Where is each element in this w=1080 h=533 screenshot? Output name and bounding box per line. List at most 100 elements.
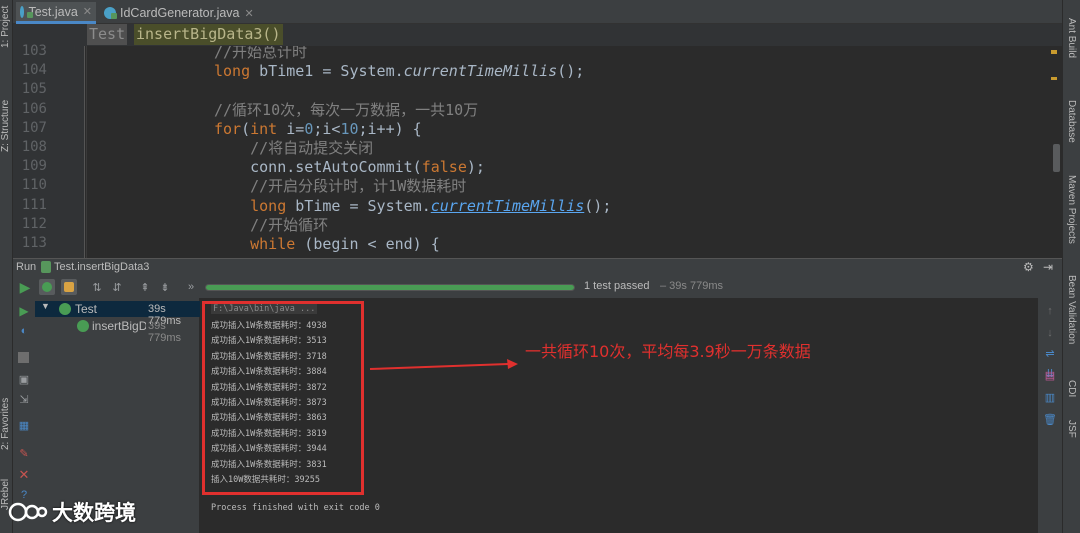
code-editor[interactable]: //开始总计时 long bTime1 = System.currentTimeM… xyxy=(86,46,1052,258)
code-token: //开始循环 xyxy=(250,215,329,234)
up-arrow-icon[interactable]: ↑ xyxy=(1042,304,1058,318)
down-arrow-icon[interactable]: ↓ xyxy=(1042,326,1058,340)
tree-item-label: insertBigD xyxy=(92,319,146,333)
code-token: 0 xyxy=(304,119,314,138)
hide-panel-icon[interactable]: ⇥ xyxy=(1043,260,1053,274)
line-number: 106 xyxy=(21,100,47,117)
export-icon[interactable]: ⇲ xyxy=(16,392,32,406)
gear-icon[interactable]: ⚙ xyxy=(1023,260,1034,274)
more-icon[interactable]: » xyxy=(185,279,197,295)
right-tool-strip: Ant Build Database Maven Projects Bean V… xyxy=(1062,0,1080,533)
tree-item-time: 39s 779ms xyxy=(148,320,182,344)
stop-icon[interactable] xyxy=(18,352,29,363)
breadcrumb-method[interactable]: insertBigData3() xyxy=(134,24,283,45)
code-token: ;i< xyxy=(313,119,341,138)
code-token: conn.setAutoCommit( xyxy=(250,158,422,177)
pin-icon[interactable]: ✎ xyxy=(16,446,32,460)
code-token: (begin < end) { xyxy=(295,235,440,253)
code-line: long bTime = System.currentTimeMillis(); xyxy=(250,197,611,216)
watermark-logo-icon xyxy=(8,502,48,522)
line-number: 109 xyxy=(21,158,47,175)
code-token: int xyxy=(250,119,278,138)
code-line: conn.setAutoCommit(false); xyxy=(250,158,485,177)
close-icon[interactable]: ✕ xyxy=(245,7,254,20)
line-number: 107 xyxy=(21,119,47,136)
maven-projects-tool-tab[interactable]: Maven Projects xyxy=(1066,175,1077,244)
rerun-failed-icon[interactable]: ▶ xyxy=(16,304,32,318)
code-line: //开始总计时 xyxy=(214,46,307,62)
code-token: while xyxy=(250,235,296,253)
test-progress-fill xyxy=(206,285,574,290)
sort-duration-icon[interactable]: ⇵ xyxy=(109,279,125,295)
code-token: long xyxy=(214,62,251,81)
code-line: //将自动提交关闭 xyxy=(250,139,373,158)
code-line: for(int i=0;i<10;i++) { xyxy=(214,120,422,139)
favorites-tool-tab[interactable]: 2: Favorites xyxy=(0,392,11,450)
expand-all-icon[interactable]: ⇞ xyxy=(137,279,153,295)
tab-label: Test.java xyxy=(28,4,78,19)
tree-item-label: Test xyxy=(75,302,98,316)
print-icon-2[interactable]: ▥ xyxy=(1042,390,1058,404)
dump-threads-icon[interactable]: ▦ xyxy=(16,418,32,432)
code-line: //循环10次，每次一万数据，一共10万 xyxy=(214,101,478,120)
tree-row-test[interactable]: ▼ Test 39s 779ms xyxy=(35,301,200,327)
console-side-toolbar: ↑ ↓ ⇌ ⇊ ▤ ▥ 🗑 xyxy=(1038,298,1062,533)
clear-all-icon[interactable]: 🗑 xyxy=(1042,412,1058,426)
show-ignored-toggle[interactable] xyxy=(61,279,77,295)
tab-idcardgenerator-java[interactable]: IdCardGenerator.java ✕ xyxy=(100,2,258,24)
scroll-thumb[interactable] xyxy=(1053,144,1060,172)
highlight-box xyxy=(202,301,364,495)
close-run-icon[interactable]: ✕ xyxy=(16,467,32,482)
collapse-all-icon[interactable]: ⇟ xyxy=(157,279,173,295)
project-tool-tab[interactable]: 1: Project xyxy=(0,2,11,48)
code-token: //开始总计时 xyxy=(214,46,308,61)
code-token: false xyxy=(421,158,467,177)
line-number: 113 xyxy=(21,235,47,251)
sort-alpha-icon[interactable]: ⇅ xyxy=(89,279,105,295)
line-number: 104 xyxy=(21,62,47,79)
watermark-text: 大数跨境 xyxy=(52,501,136,525)
java-file-icon xyxy=(104,7,117,19)
jsf-tool-tab[interactable]: JSF xyxy=(1066,420,1077,438)
passed-icon xyxy=(77,320,89,332)
ant-build-tool-tab[interactable]: Ant Build xyxy=(1066,18,1077,58)
cdi-tool-tab[interactable]: CDI xyxy=(1066,380,1077,397)
database-tool-tab[interactable]: Database xyxy=(1066,100,1077,143)
code-token: (); xyxy=(557,62,585,81)
rerun-icon[interactable]: ▶ xyxy=(17,279,33,295)
code-token: long xyxy=(250,196,287,215)
tab-label: IdCardGenerator.java xyxy=(120,6,240,20)
code-token: ;i++) { xyxy=(358,119,422,138)
code-token: currentTimeMillis xyxy=(403,62,558,81)
code-line: //开启分段计时，计1W数据耗时 xyxy=(250,177,466,196)
run-toolbar: ▶ ⇅ ⇵ ⇞ ⇟ » 1 test passed – 39s 779ms xyxy=(13,276,1062,298)
console-output[interactable]: F:\Java\bin\java ... 成功插入1W条数据耗时：4938 成功插… xyxy=(200,298,1038,533)
code-token: //开启分段计时，计1W数据耗时 xyxy=(250,177,467,196)
layout-icon[interactable]: ▣ xyxy=(16,372,32,386)
breadcrumb: Test insertBigData3() xyxy=(13,24,1062,46)
show-passed-toggle[interactable] xyxy=(39,279,55,295)
close-icon[interactable]: ✕ xyxy=(83,5,92,18)
tree-row-method[interactable]: insertBigD 39s 779ms xyxy=(35,318,200,344)
structure-tool-tab[interactable]: Z: Structure xyxy=(0,86,11,152)
run-panel-header: Run Test.insertBigData3 ⚙ ⇥ xyxy=(13,258,1062,276)
bean-validation-tool-tab[interactable]: Bean Validation xyxy=(1066,275,1077,344)
code-token: currentTimeMillis xyxy=(430,196,585,215)
code-token: //将自动提交关闭 xyxy=(250,139,374,157)
code-token: //循环10次，每次一万数据，一共10万 xyxy=(214,100,479,119)
console-finish-line: Process finished with exit code 0 xyxy=(211,503,380,513)
code-line: //开始循环 xyxy=(250,216,328,235)
code-token: bTime1 = System. xyxy=(250,62,404,81)
breadcrumb-class[interactable]: Test xyxy=(87,24,128,45)
code-line: long bTime1 = System.currentTimeMillis()… xyxy=(214,62,584,81)
tab-test-java[interactable]: Test.java ✕ xyxy=(16,2,96,24)
line-number-gutter: 103 104 105 106 107 108 109 110 111 112 113 xyxy=(13,43,85,258)
soft-wrap-icon[interactable]: ⇌ xyxy=(1042,346,1058,360)
test-status-time: – 39s 779ms xyxy=(660,280,723,292)
print-icon[interactable]: ▤ xyxy=(1042,368,1058,382)
code-token: ); xyxy=(466,158,485,177)
toggle-auto-test-icon[interactable]: ◐ xyxy=(16,324,32,338)
expand-arrow-icon[interactable]: ▼ xyxy=(41,301,50,311)
line-number: 108 xyxy=(21,139,47,155)
run-config-name[interactable]: Test.insertBigData3 xyxy=(54,261,149,273)
